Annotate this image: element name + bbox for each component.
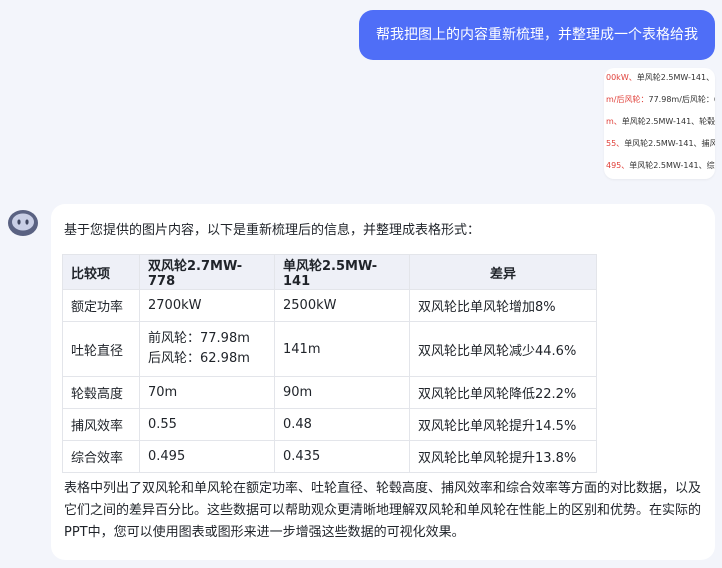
table-row: 额定功率 2700kW 2500kW 双风轮比单风轮增加8%	[62, 289, 597, 322]
cell-item: 捕风效率	[62, 408, 140, 441]
cell-single: 90m	[274, 376, 410, 409]
cell-item: 综合效率	[62, 440, 140, 473]
cell-dual-line: 后风轮：62.98m	[148, 351, 250, 366]
cell-dual: 前风轮：77.98m 后风轮：62.98m	[139, 321, 275, 377]
cell-single: 0.48	[274, 408, 410, 441]
uploaded-image-thumbnail[interactable]: 00kW、单风轮2.5MW-141、 m/后风轮：77.98m/后风轮：62.9…	[604, 68, 715, 179]
assistant-intro-text: 基于您提供的图片内容，以下是重新梳理后的信息，并整理成表格形式：	[64, 223, 481, 238]
table-row: 综合效率 0.495 0.435 双风轮比单风轮提升13.8%	[62, 440, 597, 473]
cell-single: 0.435	[274, 440, 410, 473]
table-header-row: 比较项 双风轮2.7MW-778 单风轮2.5MW-141 差异	[62, 254, 597, 290]
cell-item: 吐轮直径	[62, 321, 140, 377]
header-item: 比较项	[62, 254, 140, 290]
cell-diff: 双风轮比单风轮增加8%	[409, 289, 597, 322]
table-row: 轮毂高度 70m 90m 双风轮比单风轮降低22.2%	[62, 376, 597, 409]
cell-diff: 双风轮比单风轮减少44.6%	[409, 321, 597, 377]
header-dual-rotor: 双风轮2.7MW-778	[139, 254, 275, 290]
header-single-rotor: 单风轮2.5MW-141	[274, 254, 410, 290]
cell-single: 2500kW	[274, 289, 410, 322]
header-difference: 差异	[409, 254, 597, 290]
cell-diff: 双风轮比单风轮提升13.8%	[409, 440, 597, 473]
thumbnail-text-line: m、单风轮2.5MW-141、轮毂	[606, 117, 715, 126]
cell-single: 141m	[274, 321, 410, 377]
thumbnail-text-line: 00kW、单风轮2.5MW-141、	[606, 73, 715, 82]
cell-item: 额定功率	[62, 289, 140, 322]
cell-dual: 2700kW	[139, 289, 275, 322]
thumbnail-text-line: 495、单风轮2.5MW-141、综	[606, 161, 715, 170]
table-row: 捕风效率 0.55 0.48 双风轮比单风轮提升14.5%	[62, 408, 597, 441]
table-row: 吐轮直径 前风轮：77.98m 后风轮：62.98m 141m 双风轮比单风轮减…	[62, 321, 597, 377]
cell-dual-line: 前风轮：77.98m	[148, 331, 250, 346]
comparison-table: 比较项 双风轮2.7MW-778 单风轮2.5MW-141 差异 额定功率 27…	[62, 254, 597, 473]
assistant-summary-text: 表格中列出了双风轮和单风轮在额定功率、吐轮直径、轮毂高度、捕风效率和综合效率等方…	[64, 481, 702, 540]
assistant-message-card: 基于您提供的图片内容，以下是重新梳理后的信息，并整理成表格形式： 比较项 双风轮…	[51, 204, 715, 560]
cell-dual: 70m	[139, 376, 275, 409]
cell-item: 轮毂高度	[62, 376, 140, 409]
user-message-bubble: 帮我把图上的内容重新梳理，并整理成一个表格给我	[359, 10, 715, 60]
thumbnail-text-line: 55、单风轮2.5MW-141、捕风	[606, 139, 715, 148]
assistant-avatar-icon	[7, 208, 39, 238]
cell-dual: 0.495	[139, 440, 275, 473]
thumbnail-text-line: m/后风轮：77.98m/后风轮：62.9	[606, 95, 715, 104]
cell-diff: 双风轮比单风轮提升14.5%	[409, 408, 597, 441]
cell-dual: 0.55	[139, 408, 275, 441]
cell-diff: 双风轮比单风轮降低22.2%	[409, 376, 597, 409]
